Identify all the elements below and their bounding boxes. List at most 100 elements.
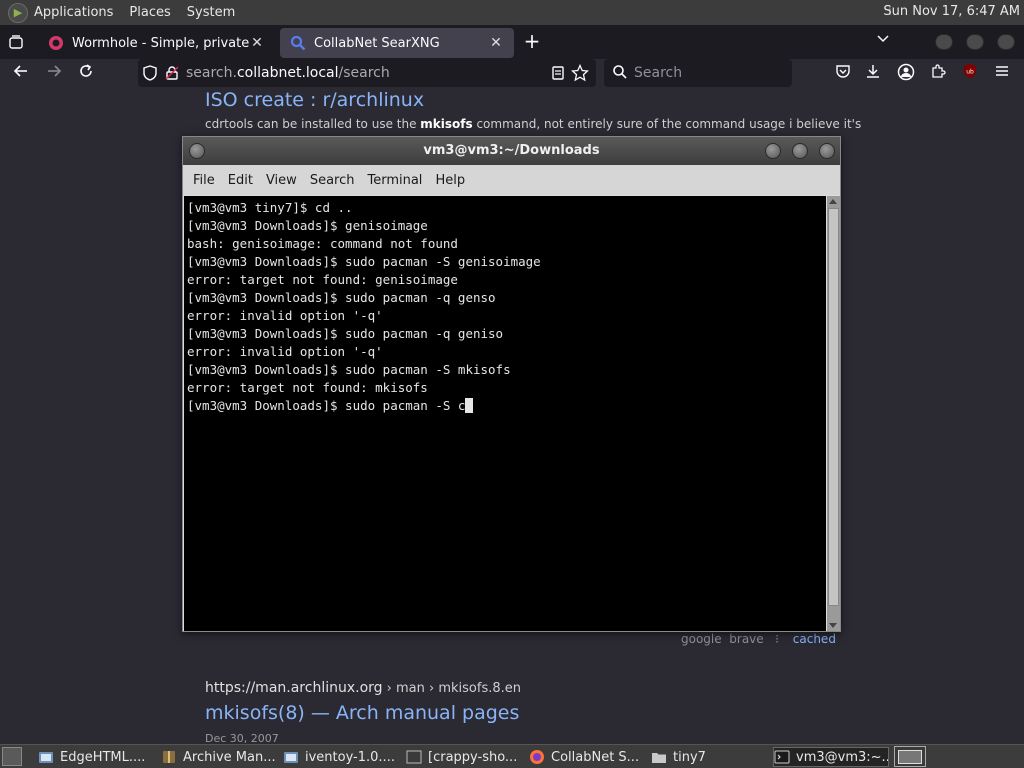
taskbar-item-iventoy[interactable]: iventoy-1.0.... <box>283 747 401 767</box>
tab-title: Wormhole - Simple, private file <box>72 35 249 51</box>
list-all-tabs-chevron-down-icon[interactable] <box>876 32 890 49</box>
result-engines: google brave ⁝ cached <box>681 632 836 646</box>
top-panel: ▶ Applications Places System ⁞ Sun Nov 1… <box>0 0 1024 25</box>
pocket-icon[interactable] <box>832 63 854 85</box>
firefox-view-button[interactable] <box>1 27 31 57</box>
taskbar-item-edgehtml[interactable]: EdgeHTML.... <box>38 747 156 767</box>
terminal-line: error: invalid option '-q' <box>187 308 383 323</box>
tab-list-icon <box>9 35 23 49</box>
task-label: CollabNet S... <box>551 749 640 765</box>
url-path-text: /search <box>338 65 390 81</box>
tab-wormhole[interactable]: Wormhole - Simple, private file ✕ <box>38 28 275 58</box>
terminal-line: error: target not found: mkisofs <box>187 380 428 395</box>
menu-terminal[interactable]: Terminal <box>367 173 422 188</box>
window-menu-button[interactable] <box>189 143 205 159</box>
extensions-puzzle-icon[interactable] <box>927 63 949 85</box>
places-menu[interactable]: Places <box>129 5 170 20</box>
cached-link[interactable]: cached <box>793 632 836 646</box>
terminal-titlebar[interactable]: vm3@vm3:~/Downloads <box>183 137 840 165</box>
terminal-menubar: File Edit View Search Terminal Help <box>183 165 840 195</box>
terminal-window[interactable]: vm3@vm3:~/Downloads File Edit View Searc… <box>182 136 841 632</box>
reader-view-icon[interactable] <box>550 65 566 81</box>
shield-icon[interactable] <box>142 65 158 81</box>
forward-arrow-icon[interactable] <box>43 63 65 85</box>
file-browser-icon <box>39 752 53 763</box>
downloads-icon[interactable] <box>862 63 884 85</box>
terminal-line: error: invalid option '-q' <box>187 344 383 359</box>
show-desktop-button[interactable] <box>2 747 22 766</box>
task-label: Archive Man... <box>183 749 276 765</box>
task-label: tiny7 <box>673 749 706 765</box>
result-title-link[interactable]: ISO create : r/archlinux <box>205 89 424 111</box>
menu-search[interactable]: Search <box>310 173 355 188</box>
close-button[interactable] <box>819 143 835 159</box>
file-browser-icon <box>284 752 298 763</box>
terminal-line: [vm3@vm3 tiny7]$ cd .. <box>187 200 353 215</box>
url-crumbs: › man › mkisofs.8.en <box>382 681 521 696</box>
menu-view[interactable]: View <box>266 173 297 188</box>
engine-label: brave <box>729 632 764 646</box>
hamburger-menu-icon[interactable] <box>991 63 1013 85</box>
terminal-title: vm3@vm3:~/Downloads <box>423 143 600 158</box>
terminal-scrollbar[interactable] <box>827 196 840 631</box>
taskbar-item-crappy-shot[interactable]: [crappy-sho... <box>406 747 522 767</box>
search-bar[interactable]: Search <box>604 59 792 87</box>
terminal-line: [vm3@vm3 Downloads]$ genisoimage <box>187 218 428 233</box>
ublock-origin-icon[interactable]: ub <box>959 63 981 85</box>
taskbar-item-terminal[interactable]: vm3@vm3:~... <box>773 747 889 767</box>
clock[interactable]: Sun Nov 17, 6:47 AM <box>883 4 1020 19</box>
new-tab-button[interactable]: + <box>520 30 544 54</box>
terminal-cursor <box>465 398 474 413</box>
menu-help[interactable]: Help <box>435 173 465 188</box>
search-icon <box>612 64 628 84</box>
workspace-thumbnail[interactable] <box>898 750 922 764</box>
workspace-switcher[interactable] <box>894 746 926 767</box>
taskbar-item-firefox[interactable]: CollabNet S... <box>529 747 645 767</box>
reload-icon[interactable] <box>75 63 97 85</box>
url-scheme-text: search. <box>186 65 237 81</box>
close-tab-icon[interactable]: ✕ <box>249 35 265 51</box>
task-label: vm3@vm3:~... <box>796 749 889 765</box>
result-title-link[interactable]: mkisofs(8) — Arch manual pages <box>205 702 519 724</box>
terminal-input-line[interactable]: [vm3@vm3 Downloads]$ sudo pacman -S c <box>187 397 826 415</box>
taskbar-item-archive-manager[interactable]: Archive Man... <box>161 747 277 767</box>
engine-separator: ⁝ <box>775 632 779 646</box>
navigation-toolbar: search. collabnet.local/search Search ub <box>0 59 1024 89</box>
terminal-icon <box>774 750 790 764</box>
folder-icon <box>652 753 666 763</box>
scroll-up-arrow-icon[interactable] <box>829 199 837 204</box>
terminal-line: [vm3@vm3 Downloads]$ sudo pacman -S geni… <box>187 254 541 269</box>
tab-bar: Wormhole - Simple, private file ✕ Collab… <box>0 25 1024 59</box>
terminal-screen[interactable]: [vm3@vm3 tiny7]$ cd .. [vm3@vm3 Downloads… <box>184 196 826 631</box>
result-url[interactable]: https://man.archlinux.org › man › mkisof… <box>205 680 521 696</box>
menu-file[interactable]: File <box>193 173 215 188</box>
terminal-line: [vm3@vm3 Downloads]$ sudo pacman -q geni… <box>187 326 504 341</box>
window-close-button[interactable] <box>997 34 1015 50</box>
snippet-text: cdrtools can be installed to use the <box>205 117 421 131</box>
url-bar[interactable]: search. collabnet.local/search <box>138 59 596 87</box>
taskbar-item-tiny7[interactable]: tiny7 <box>651 747 767 767</box>
back-arrow-icon[interactable] <box>10 63 32 85</box>
tab-title: CollabNet SearXNG <box>314 35 440 51</box>
maximize-button[interactable] <box>792 143 808 159</box>
result-snippet: cdrtools can be installed to use the mki… <box>205 117 861 131</box>
distro-logo-icon[interactable]: ▶ <box>8 2 28 23</box>
bookmark-star-icon[interactable] <box>571 64 589 82</box>
applications-menu[interactable]: Applications <box>34 5 113 20</box>
close-tab-icon[interactable]: ✕ <box>488 35 504 51</box>
window-minimize-button[interactable] <box>935 34 953 50</box>
scroll-down-arrow-icon[interactable] <box>829 623 837 628</box>
menu-edit[interactable]: Edit <box>228 173 253 188</box>
snippet-highlight: mkisofs <box>420 117 473 131</box>
scrollbar-thumb[interactable] <box>828 208 839 606</box>
tab-collabnet-searxng[interactable]: CollabNet SearXNG ✕ <box>280 28 514 58</box>
task-label: EdgeHTML.... <box>60 749 146 765</box>
url-host-text: collabnet.local <box>236 65 339 81</box>
insecure-lock-icon[interactable] <box>164 65 180 81</box>
system-menu[interactable]: System <box>187 5 235 20</box>
task-label: iventoy-1.0.... <box>305 749 395 765</box>
terminal-line: [vm3@vm3 Downloads]$ sudo pacman -q gens… <box>187 290 496 305</box>
minimize-button[interactable] <box>765 143 781 159</box>
account-icon[interactable] <box>895 63 917 85</box>
window-maximize-button[interactable] <box>966 34 984 50</box>
